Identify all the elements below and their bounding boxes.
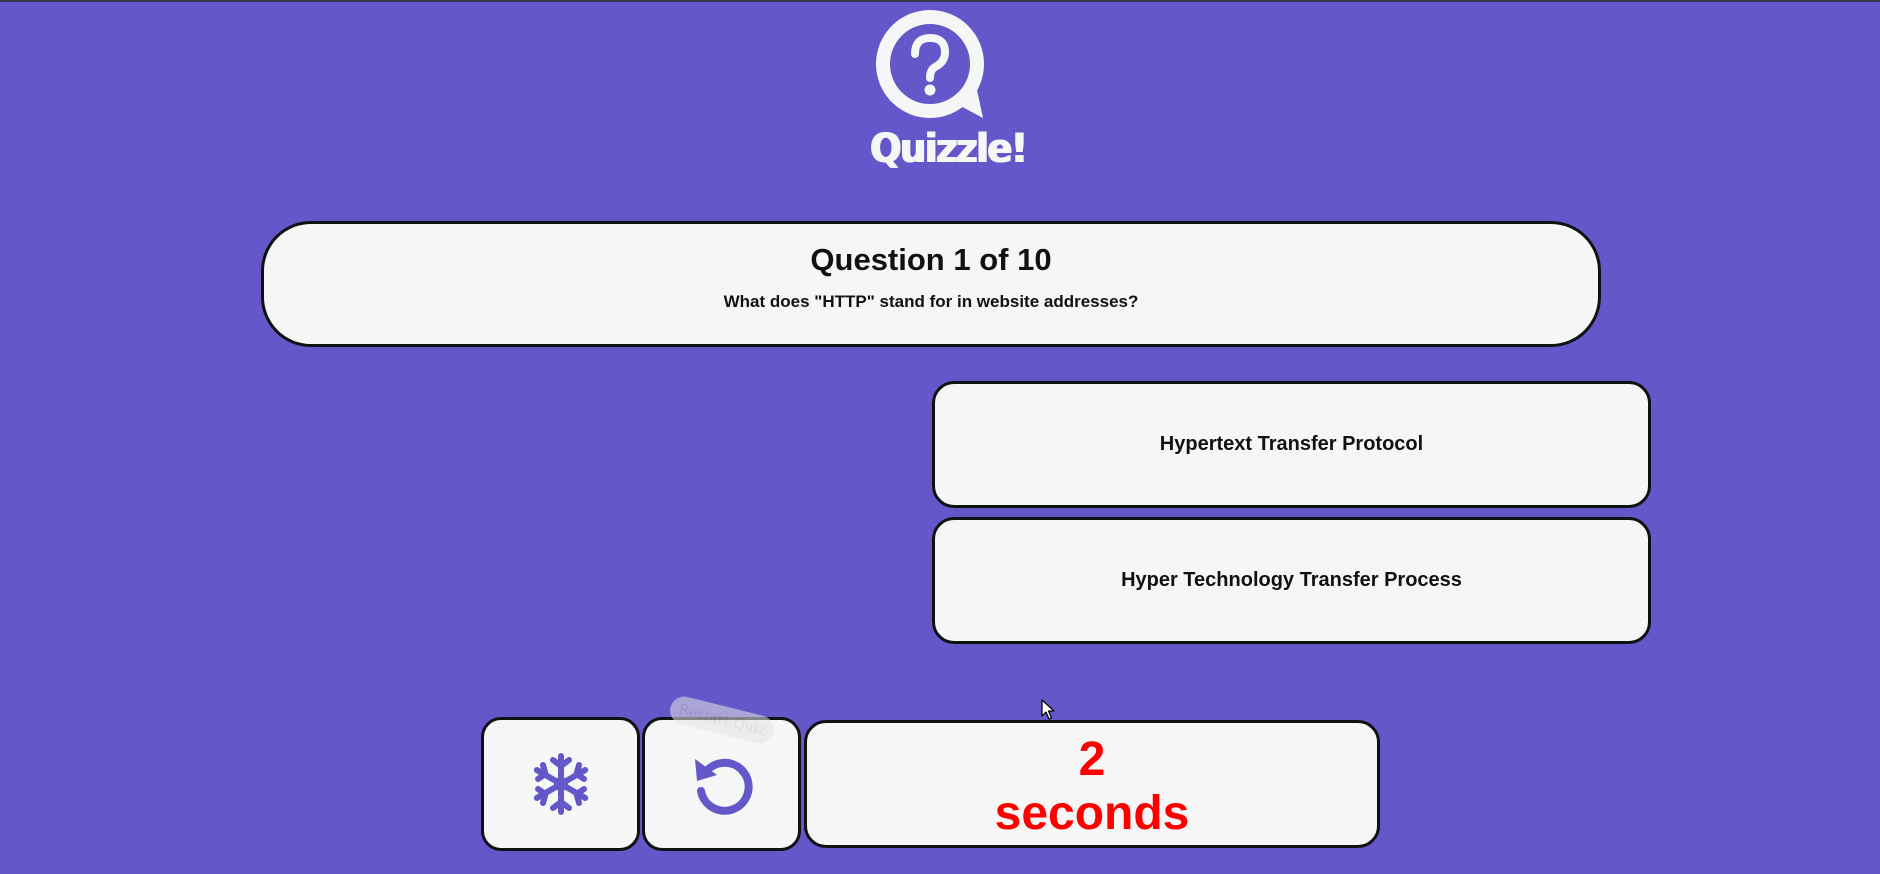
restart-quiz-button[interactable] — [642, 717, 801, 851]
snowflake-icon — [533, 753, 588, 815]
question-bubble-icon — [876, 10, 984, 118]
quizzle-logo: Quizzle! — [865, 6, 1028, 176]
countdown-timer: 2 seconds — [804, 720, 1380, 848]
answer-option-2[interactable]: Hyper Technology Transfer Process — [932, 517, 1651, 644]
mouse-cursor-icon — [1041, 699, 1055, 720]
timer-value: 2 — [1078, 733, 1106, 786]
answer-option-1[interactable]: Hypertext Transfer Protocol — [932, 381, 1651, 508]
question-card: Question 1 of 10 What does "HTTP" stand … — [261, 221, 1601, 347]
question-text: What does "HTTP" stand for in website ad… — [723, 292, 1139, 311]
freeze-timer-button[interactable] — [481, 717, 640, 851]
question-counter: Question 1 of 10 — [810, 242, 1052, 277]
timer-unit: seconds — [994, 787, 1190, 840]
logo-text: Quizzle! — [870, 126, 1028, 172]
restart-icon — [694, 758, 753, 815]
